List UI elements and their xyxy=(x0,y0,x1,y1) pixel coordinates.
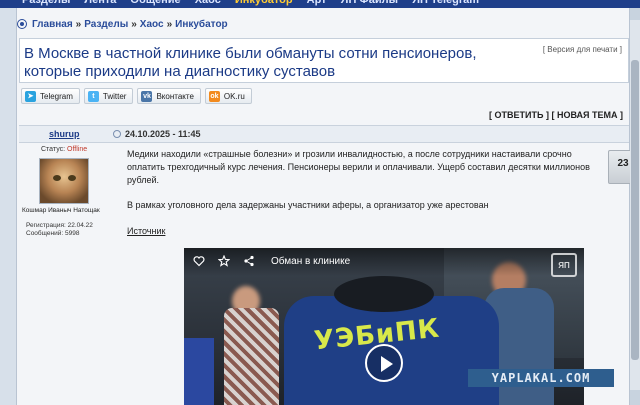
video-person-shirt xyxy=(224,308,279,405)
post-header: shurup 24.10.2025 - 11:45 xyxy=(19,125,629,143)
top-navigation: Разделы Лента Общение Хаос Инкубатор Арт ЯП Фа… xyxy=(0,0,640,8)
post-link-icon[interactable] xyxy=(113,130,121,138)
share-telegram-button[interactable]: ➤ Telegram xyxy=(21,88,80,104)
ok-icon: ok xyxy=(208,90,220,102)
breadcrumb-separator: » xyxy=(75,18,82,30)
reply-button[interactable]: [ ОТВЕТИТЬ ] xyxy=(489,110,549,120)
author-nickname: Кошмар Иваныч Натощак xyxy=(22,207,100,214)
share-label: Вконтакте xyxy=(156,91,194,101)
topnav-item[interactable]: Лента xyxy=(84,0,116,6)
print-version-link[interactable]: [ Версия для печати ] xyxy=(543,45,622,54)
avatar-eye xyxy=(53,175,61,181)
share-vk-button[interactable]: vk Вконтакте xyxy=(137,88,201,104)
breadcrumb: Главная » Разделы » Хаос » Инкубатор xyxy=(17,16,228,32)
post-paragraph: Медики находили «страшные болезни» и гро… xyxy=(127,149,590,185)
share-label: Telegram xyxy=(40,91,73,101)
breadcrumb-incubator[interactable]: Инкубатор xyxy=(175,19,228,30)
post-paragraph: В рамках уголовного дела задержаны участ… xyxy=(127,200,489,210)
video-title: Обман в клинике xyxy=(271,256,351,267)
topnav-item[interactable]: Арт xyxy=(307,0,327,6)
new-topic-button[interactable]: [ НОВАЯ ТЕМА ] xyxy=(551,110,623,120)
breadcrumb-separator: » xyxy=(131,18,137,30)
avatar-eye xyxy=(68,175,76,181)
share-label: OK.ru xyxy=(223,91,245,101)
star-icon[interactable] xyxy=(217,254,231,267)
video-logo: ЯП xyxy=(551,253,577,277)
page-container: Главная » Разделы » Хаос » Инкубатор В М… xyxy=(16,8,638,405)
breadcrumb-sections[interactable]: Разделы xyxy=(84,19,128,30)
topic-actions: [ ОТВЕТИТЬ ] [ НОВАЯ ТЕМА ] xyxy=(489,110,623,120)
home-icon[interactable] xyxy=(17,19,27,29)
share-ok-button[interactable]: ok OK.ru xyxy=(204,88,252,104)
source-link[interactable]: Источник xyxy=(127,226,165,236)
post-date-text: 24.10.2025 - 11:45 xyxy=(125,129,201,139)
author-registration: Регистрация: 22.04.22 xyxy=(26,222,93,229)
play-button[interactable] xyxy=(365,344,403,382)
twitter-icon: t xyxy=(87,90,99,102)
topic-title-box: В Москве в частной клинике были обмануты… xyxy=(19,38,629,83)
topnav-item[interactable]: Разделы xyxy=(22,0,70,6)
breadcrumb-separator: » xyxy=(166,18,173,30)
avatar[interactable] xyxy=(39,158,89,204)
heart-icon[interactable] xyxy=(193,255,205,267)
author-status: Статус: Offline xyxy=(41,146,87,153)
share-label: Twitter xyxy=(102,91,127,101)
post-date: 24.10.2025 - 11:45 xyxy=(113,129,201,139)
share-bar: ➤ Telegram t Twitter vk Вконтакте ok OK.… xyxy=(21,88,252,104)
topnav-item[interactable]: ЯП Файлы xyxy=(341,0,399,6)
scrollbar-thumb[interactable] xyxy=(631,60,639,360)
video-officer-hood xyxy=(334,276,434,312)
scrollbar[interactable] xyxy=(630,20,640,390)
site-watermark: YAPLAKAL.COM xyxy=(468,369,614,387)
author-username[interactable]: shurup xyxy=(49,129,80,139)
topnav-item[interactable]: Общение xyxy=(130,0,180,6)
topnav-item[interactable]: Хаос xyxy=(195,0,221,6)
author-meta: Регистрация: 22.04.22 Сообщений: 5998 xyxy=(26,222,93,238)
author-sidebar: Статус: Offline Кошмар Иваныч Натощак Ре… xyxy=(19,144,111,244)
breadcrumb-chaos[interactable]: Хаос xyxy=(140,19,164,30)
topnav-item[interactable]: ЯП Telegram xyxy=(412,0,479,6)
topnav-item[interactable]: Инкубатор xyxy=(235,0,293,6)
vk-icon: vk xyxy=(141,90,153,102)
post-body: Медики находили «страшные болезни» и гро… xyxy=(127,148,603,224)
share-icon[interactable] xyxy=(243,255,255,267)
share-twitter-button[interactable]: t Twitter xyxy=(83,88,134,104)
status-value: Offline xyxy=(67,146,88,153)
breadcrumb-home[interactable]: Главная xyxy=(32,19,73,30)
topic-title: В Москве в частной клинике были обмануты… xyxy=(24,45,477,80)
status-label: Статус: xyxy=(41,146,66,153)
video-person-left xyxy=(184,338,214,405)
telegram-icon: ➤ xyxy=(25,90,36,102)
author-messages: Сообщений: 5998 xyxy=(26,230,80,237)
